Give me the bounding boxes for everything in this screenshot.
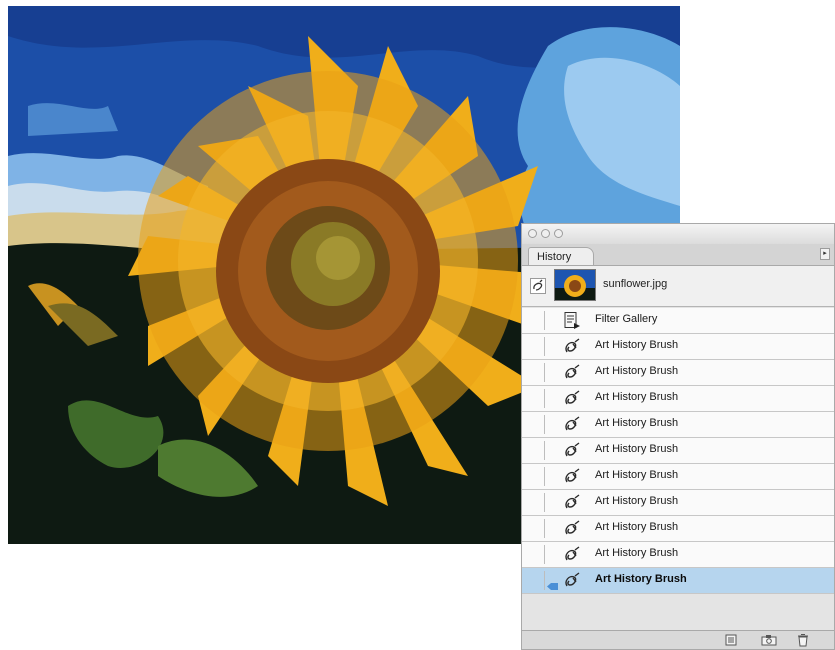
- history-panel: History ▸ sunflower.jpg Filter Gallery Ar…: [521, 223, 835, 650]
- close-window-button[interactable]: [528, 229, 537, 238]
- history-state-label: Art History Brush: [595, 469, 679, 481]
- camera-icon[interactable]: [760, 633, 778, 647]
- history-source-checkbox[interactable]: [527, 389, 545, 408]
- panel-titlebar: [522, 224, 834, 244]
- history-source-checkbox[interactable]: [527, 545, 545, 564]
- history-state-label: Art History Brush: [595, 365, 679, 377]
- history-state-row[interactable]: Art History Brush: [522, 568, 834, 594]
- history-source-checkbox[interactable]: [527, 415, 545, 434]
- art-history-brush-icon: [562, 571, 582, 590]
- history-state-row[interactable]: Art History Brush: [522, 412, 834, 438]
- panel-tab-row: History ▸: [522, 244, 834, 266]
- history-state-row[interactable]: Art History Brush: [522, 542, 834, 568]
- history-state-label: Art History Brush: [595, 391, 679, 403]
- history-state-label: Art History Brush: [595, 443, 679, 455]
- snapshot-name: sunflower.jpg: [603, 278, 668, 290]
- history-state-row[interactable]: Art History Brush: [522, 516, 834, 542]
- history-state-label: Filter Gallery: [595, 313, 658, 325]
- history-state-label: Art History Brush: [595, 521, 679, 533]
- history-source-checkbox[interactable]: [527, 519, 545, 538]
- history-source-checkbox[interactable]: [527, 337, 545, 356]
- history-brush-source-icon[interactable]: [530, 278, 546, 294]
- history-state-row[interactable]: Filter Gallery: [522, 308, 834, 334]
- panel-menu-arrow-icon[interactable]: ▸: [820, 248, 830, 260]
- history-state-row[interactable]: Art History Brush: [522, 438, 834, 464]
- history-state-label: Art History Brush: [595, 495, 679, 507]
- zoom-window-button[interactable]: [554, 229, 563, 238]
- history-source-checkbox[interactable]: [527, 571, 545, 590]
- history-state-label: Art History Brush: [595, 417, 679, 429]
- art-history-brush-icon: [562, 415, 582, 434]
- history-source-checkbox[interactable]: [527, 493, 545, 512]
- history-state-row[interactable]: Art History Brush: [522, 360, 834, 386]
- art-history-brush-icon: [562, 467, 582, 486]
- trash-icon[interactable]: [794, 633, 812, 647]
- art-history-brush-icon: [562, 441, 582, 460]
- snapshot-thumbnail: [554, 269, 596, 301]
- history-source-checkbox[interactable]: [527, 363, 545, 382]
- art-history-brush-icon: [562, 337, 582, 356]
- history-state-row[interactable]: Art History Brush: [522, 334, 834, 360]
- history-state-label: Art History Brush: [595, 547, 679, 559]
- filter-document-icon: [562, 311, 582, 330]
- art-history-brush-icon: [562, 545, 582, 564]
- art-history-brush-icon: [562, 493, 582, 512]
- art-history-brush-icon: [562, 363, 582, 382]
- art-history-brush-icon: [562, 389, 582, 408]
- history-state-label: Art History Brush: [595, 573, 687, 585]
- history-source-checkbox[interactable]: [527, 311, 545, 330]
- tab-history[interactable]: History: [528, 247, 594, 265]
- panel-footer: [522, 630, 834, 649]
- current-state-slider-icon[interactable]: [547, 577, 558, 590]
- history-source-checkbox[interactable]: [527, 441, 545, 460]
- art-history-brush-icon: [562, 519, 582, 538]
- history-state-label: Art History Brush: [595, 339, 679, 351]
- new-document-icon[interactable]: [722, 633, 740, 647]
- history-state-row[interactable]: Art History Brush: [522, 386, 834, 412]
- history-source-checkbox[interactable]: [527, 467, 545, 486]
- history-state-row[interactable]: Art History Brush: [522, 490, 834, 516]
- minimize-window-button[interactable]: [541, 229, 550, 238]
- snapshot-row[interactable]: sunflower.jpg: [522, 266, 834, 307]
- history-state-row[interactable]: Art History Brush: [522, 464, 834, 490]
- history-state-list: Filter Gallery Art History Brush Art Histo…: [522, 308, 834, 594]
